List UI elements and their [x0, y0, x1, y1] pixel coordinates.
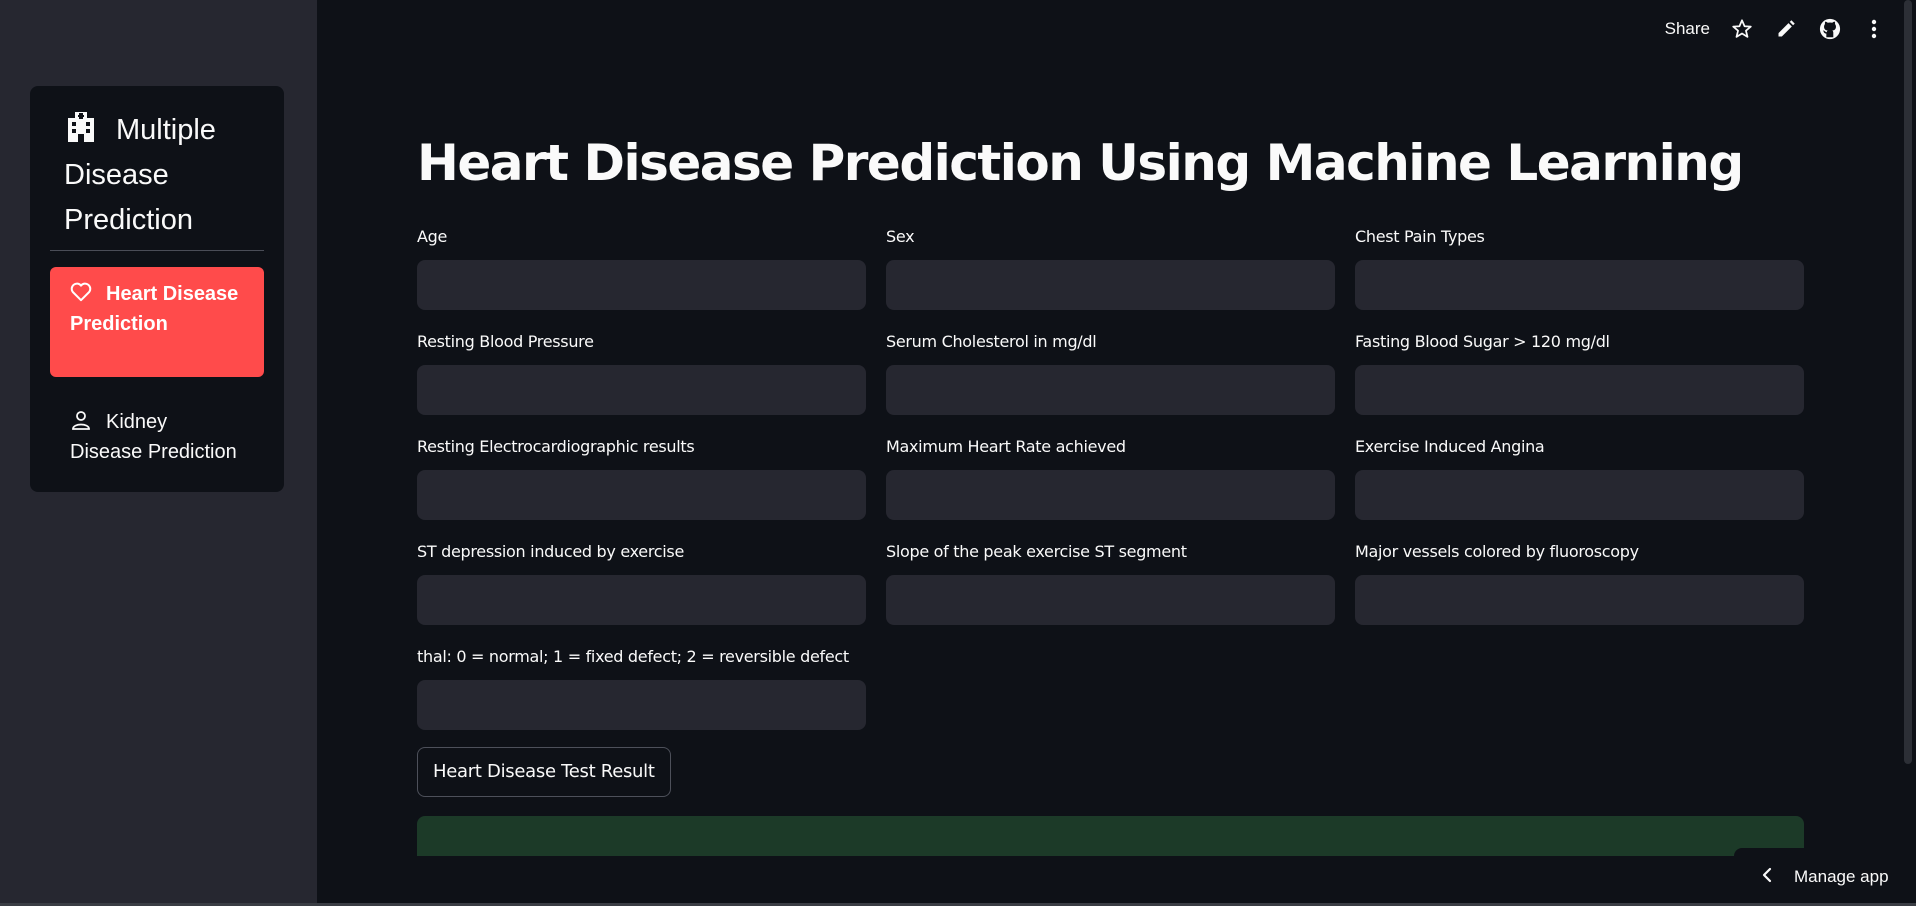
- thal-field: thal: 0 = normal; 1 = fixed defect; 2 = …: [417, 646, 866, 730]
- heart-icon: [70, 281, 92, 302]
- st-slope-input[interactable]: [886, 575, 1335, 625]
- major-vessels-input[interactable]: [1355, 575, 1804, 625]
- resting-bp-field: Resting Blood Pressure: [417, 331, 866, 415]
- star-icon[interactable]: [1730, 17, 1754, 41]
- chevron-left-icon: [1762, 867, 1772, 888]
- exercise-angina-field: Exercise Induced Angina: [1355, 436, 1804, 520]
- page-title: Heart Disease Prediction Using Machine L…: [417, 134, 1744, 192]
- field-label: Maximum Heart Rate achieved: [886, 437, 1126, 456]
- heart-disease-test-result-button[interactable]: Heart Disease Test Result: [417, 747, 671, 797]
- field-label: Serum Cholesterol in mg/dl: [886, 332, 1097, 351]
- success-message-box: [417, 816, 1804, 856]
- nav-item-label: Heart Disease Prediction: [70, 283, 239, 335]
- share-button[interactable]: Share: [1665, 19, 1710, 39]
- fasting-blood-sugar-input[interactable]: [1355, 365, 1804, 415]
- edit-icon[interactable]: [1774, 17, 1798, 41]
- nav-item-label: Kidney Disease Prediction: [70, 411, 237, 463]
- toolbar: Share: [1665, 14, 1886, 44]
- manage-app-button[interactable]: Manage app: [1734, 848, 1916, 906]
- st-slope-field: Slope of the peak exercise ST segment: [886, 541, 1335, 625]
- github-icon[interactable]: [1818, 17, 1842, 41]
- field-label: Resting Blood Pressure: [417, 332, 594, 351]
- hospital-icon: [64, 111, 98, 142]
- age-field: Age: [417, 226, 866, 310]
- resting-ecg-input[interactable]: [417, 470, 866, 520]
- chest-pain-input[interactable]: [1355, 260, 1804, 310]
- option-menu: Multiple Disease Prediction Heart Diseas…: [30, 86, 284, 492]
- nav-item-kidney-disease[interactable]: Kidney Disease Prediction: [50, 397, 264, 467]
- cholesterol-field: Serum Cholesterol in mg/dl: [886, 331, 1335, 415]
- sex-field: Sex: [886, 226, 1335, 310]
- max-heart-rate-field: Maximum Heart Rate achieved: [886, 436, 1335, 520]
- field-label: Sex: [886, 227, 915, 246]
- max-heart-rate-input[interactable]: [886, 470, 1335, 520]
- chest-pain-field: Chest Pain Types: [1355, 226, 1804, 310]
- exercise-angina-input[interactable]: [1355, 470, 1804, 520]
- menu-title: Multiple Disease Prediction: [64, 108, 264, 243]
- st-depression-input[interactable]: [417, 575, 866, 625]
- field-label: ST depression induced by exercise: [417, 542, 684, 561]
- person-icon: [70, 409, 92, 430]
- cholesterol-input[interactable]: [886, 365, 1335, 415]
- nav-item-heart-disease[interactable]: Heart Disease Prediction: [50, 267, 264, 377]
- manage-app-label: Manage app: [1794, 867, 1889, 886]
- thal-input[interactable]: [417, 680, 866, 730]
- more-icon[interactable]: [1862, 17, 1886, 41]
- field-label: Age: [417, 227, 448, 246]
- fasting-blood-sugar-field: Fasting Blood Sugar > 120 mg/dl: [1355, 331, 1804, 415]
- field-label: Resting Electrocardiographic results: [417, 437, 695, 456]
- st-depression-field: ST depression induced by exercise: [417, 541, 866, 625]
- field-label: Fasting Blood Sugar > 120 mg/dl: [1355, 332, 1610, 351]
- field-label: Slope of the peak exercise ST segment: [886, 542, 1187, 561]
- field-label: Major vessels colored by fluoroscopy: [1355, 542, 1639, 561]
- major-vessels-field: Major vessels colored by fluoroscopy: [1355, 541, 1804, 625]
- resting-ecg-field: Resting Electrocardiographic results: [417, 436, 866, 520]
- field-label: Exercise Induced Angina: [1355, 437, 1545, 456]
- resting-bp-input[interactable]: [417, 365, 866, 415]
- field-label: thal: 0 = normal; 1 = fixed defect; 2 = …: [417, 647, 849, 666]
- field-label: Chest Pain Types: [1355, 227, 1485, 246]
- scrollbar[interactable]: [1904, 0, 1912, 764]
- menu-divider: [50, 250, 264, 251]
- age-input[interactable]: [417, 260, 866, 310]
- sidebar: Multiple Disease Prediction Heart Diseas…: [0, 0, 317, 906]
- sex-input[interactable]: [886, 260, 1335, 310]
